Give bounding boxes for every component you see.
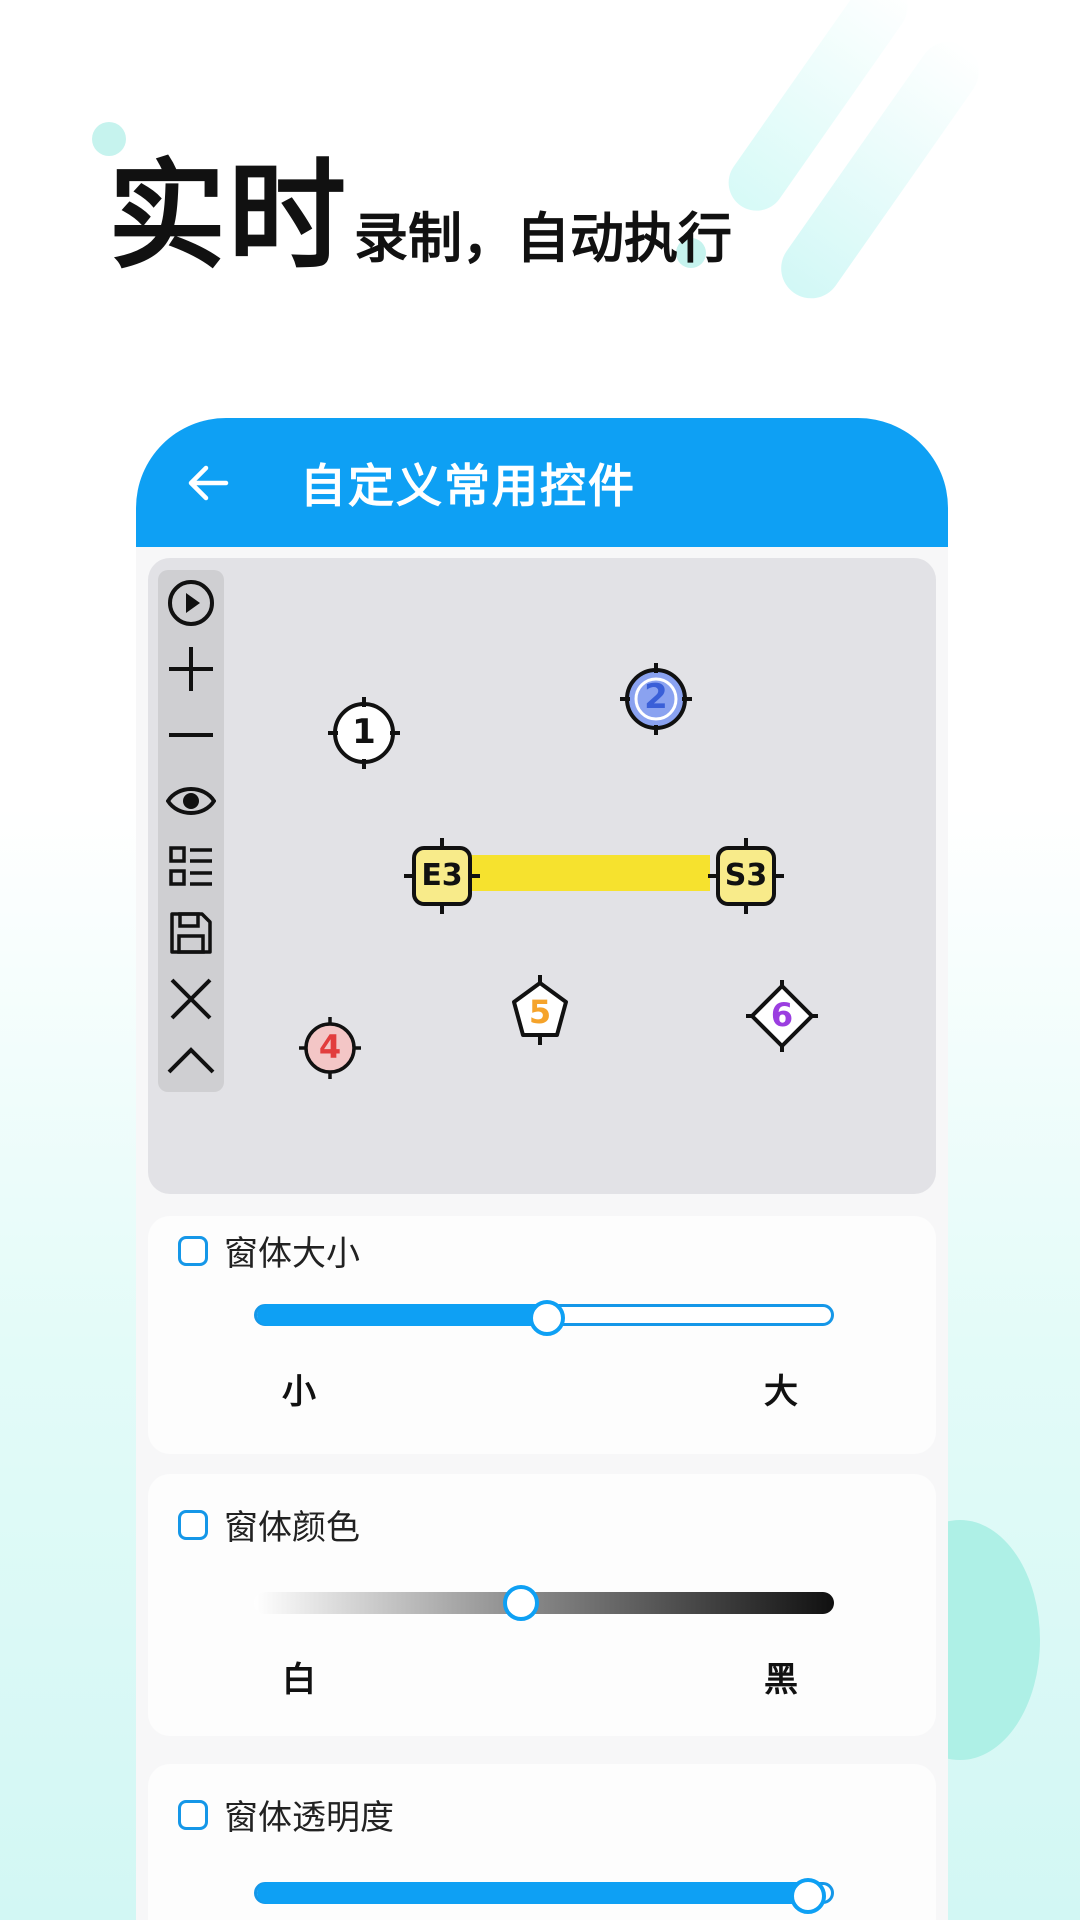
close-button[interactable]	[166, 974, 216, 1024]
save-icon	[170, 912, 212, 954]
window-size-option[interactable]: 窗体大小	[178, 1226, 360, 1275]
collapse-button[interactable]	[166, 1034, 216, 1084]
window-opacity-checkbox[interactable]	[178, 1799, 208, 1830]
list-button[interactable]	[166, 842, 216, 892]
click-marker-4[interactable]: 4	[298, 1016, 362, 1080]
swipe-path	[448, 855, 710, 891]
view-button[interactable]	[166, 776, 216, 826]
play-button[interactable]	[166, 578, 216, 628]
click-marker-1[interactable]: 1	[326, 695, 402, 771]
slider-min-label: 小	[282, 1372, 316, 1412]
slider-thumb[interactable]	[502, 1585, 539, 1621]
list-icon	[169, 846, 212, 886]
window-size-label: 窗体大小	[224, 1234, 360, 1274]
floating-toolbar	[158, 570, 224, 1092]
marker-label: 5	[528, 993, 552, 1031]
slider-thumb[interactable]	[529, 1300, 565, 1336]
click-marker-6[interactable]: 6	[746, 980, 818, 1052]
window-color-checkbox[interactable]	[178, 1509, 208, 1540]
window-opacity-card: 窗体透明度	[148, 1764, 936, 1920]
marker-label: 2	[644, 677, 668, 717]
window-color-slider[interactable]	[254, 1585, 834, 1621]
app-header: 自定义常用控件	[136, 418, 948, 547]
click-marker-5[interactable]: 5	[504, 975, 576, 1047]
swipe-end-marker[interactable]: E3	[404, 838, 480, 914]
slider-thumb[interactable]	[790, 1878, 826, 1914]
eye-icon	[166, 787, 216, 815]
window-size-checkbox[interactable]	[178, 1235, 208, 1266]
marker-label: E3	[421, 858, 463, 893]
swipe-start-marker[interactable]: S3	[708, 838, 784, 914]
preview-canvas: 1 2 E3 S3 4 5 6	[148, 558, 936, 1194]
slider-fill	[257, 1304, 547, 1326]
window-color-label: 窗体颜色	[224, 1508, 360, 1548]
slider-min-label: 白	[282, 1660, 316, 1700]
close-icon	[170, 978, 212, 1020]
phone-screen: 自定义常用控件 1 2 E3 S3 4 5 6 窗体大小 小 大 窗体颜色 白 …	[136, 418, 948, 1920]
headline-small: 录制，自动执行	[354, 207, 733, 270]
marker-label: 1	[352, 712, 376, 752]
marker-label: S3	[724, 858, 768, 893]
marker-label: 4	[318, 1028, 342, 1066]
save-button[interactable]	[166, 908, 216, 958]
window-color-option[interactable]: 窗体颜色	[178, 1500, 360, 1549]
page-title: 自定义常用控件	[300, 458, 636, 513]
slider-max-label: 大	[764, 1372, 798, 1412]
arrow-left-icon	[188, 465, 229, 500]
window-size-slider[interactable]	[254, 1300, 834, 1336]
back-button[interactable]	[178, 453, 238, 513]
chevron-up-icon	[167, 1047, 215, 1074]
add-button[interactable]	[166, 644, 216, 694]
window-opacity-option[interactable]: 窗体透明度	[178, 1790, 394, 1839]
slider-max-label: 黑	[764, 1660, 798, 1700]
headline-big: 实时	[108, 147, 349, 285]
slider-fill	[257, 1882, 808, 1904]
window-color-card: 窗体颜色 白 黑	[148, 1474, 936, 1736]
marker-label: 6	[770, 996, 794, 1034]
plus-icon	[169, 647, 213, 691]
window-opacity-slider[interactable]	[254, 1878, 834, 1914]
play-icon	[168, 580, 214, 626]
promo-headline: 实时 录制，自动执行	[108, 120, 732, 291]
click-marker-2[interactable]: 2	[618, 661, 694, 737]
window-opacity-label: 窗体透明度	[224, 1798, 394, 1838]
window-size-card: 窗体大小 小 大	[148, 1216, 936, 1454]
minus-icon	[169, 733, 213, 737]
remove-button[interactable]	[166, 710, 216, 760]
